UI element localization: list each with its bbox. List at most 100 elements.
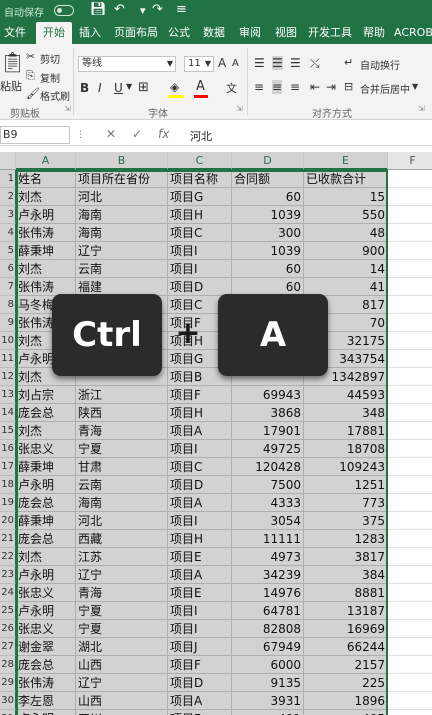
cell-e6[interactable]: 14 — [304, 260, 388, 278]
row-header[interactable]: 12 — [0, 368, 16, 386]
cell-b18[interactable]: 云南 — [76, 476, 168, 494]
cell-d15[interactable]: 17901 — [232, 422, 304, 440]
cell-b14[interactable]: 陕西 — [76, 404, 168, 422]
cell-a19[interactable]: 庞会总 — [16, 494, 76, 512]
cell-f20[interactable] — [388, 512, 432, 530]
cell-f25[interactable] — [388, 602, 432, 620]
cell-f16[interactable] — [388, 440, 432, 458]
format-painter-button[interactable]: 格式刷 — [40, 88, 70, 103]
paste-icon[interactable]: 📋︎ — [0, 50, 25, 80]
cell-a20[interactable]: 薛秉坤 — [16, 512, 76, 530]
cell-a29[interactable]: 张伟涛 — [16, 674, 76, 692]
cell-a15[interactable]: 刘杰 — [16, 422, 76, 440]
cell-f8[interactable] — [388, 296, 432, 314]
cell-b6[interactable]: 云南 — [76, 260, 168, 278]
column-header-c[interactable]: C — [168, 152, 232, 170]
cell-e2[interactable]: 15 — [304, 188, 388, 206]
align-right-icon[interactable]: ≡ — [290, 80, 300, 94]
cell-f27[interactable] — [388, 638, 432, 656]
cell-c23[interactable]: 项目A — [168, 566, 232, 584]
cell-a27[interactable]: 谢金翠 — [16, 638, 76, 656]
cell-f12[interactable] — [388, 368, 432, 386]
cell-f10[interactable] — [388, 332, 432, 350]
cell-f1[interactable] — [388, 170, 432, 188]
cell-b17[interactable]: 甘肃 — [76, 458, 168, 476]
name-box[interactable]: B9 — [0, 126, 70, 144]
cell-a6[interactable]: 刘杰 — [16, 260, 76, 278]
cell-b29[interactable]: 辽宁 — [76, 674, 168, 692]
alignment-launcher-icon[interactable]: ⇲ — [418, 104, 425, 113]
cell-e14[interactable]: 348 — [304, 404, 388, 422]
cell-d17[interactable]: 120428 — [232, 458, 304, 476]
tab-file[interactable]: 文件 — [0, 22, 30, 44]
cell-f28[interactable] — [388, 656, 432, 674]
cell-f29[interactable] — [388, 674, 432, 692]
cell-b5[interactable]: 辽宁 — [76, 242, 168, 260]
cell-c29[interactable]: 项目D — [168, 674, 232, 692]
row-header[interactable]: 10 — [0, 332, 16, 350]
cell-b25[interactable]: 宁夏 — [76, 602, 168, 620]
cell-a5[interactable]: 薛秉坤 — [16, 242, 76, 260]
cell-b30[interactable]: 山西 — [76, 692, 168, 710]
cell-c28[interactable]: 项目F — [168, 656, 232, 674]
cell-f17[interactable] — [388, 458, 432, 476]
cell-f21[interactable] — [388, 530, 432, 548]
cell-f24[interactable] — [388, 584, 432, 602]
cell-a26[interactable]: 张忠义 — [16, 620, 76, 638]
cell-f4[interactable] — [388, 224, 432, 242]
decrease-indent-icon[interactable]: ⇤ — [310, 80, 320, 94]
enter-icon[interactable]: ✓ — [132, 127, 142, 141]
cell-f15[interactable] — [388, 422, 432, 440]
font-color-button[interactable]: A — [196, 79, 205, 94]
align-bottom-icon[interactable]: ☰ — [290, 56, 301, 70]
tab-page-layout[interactable]: 页面布局 — [110, 22, 162, 44]
cell-c27[interactable]: 项目J — [168, 638, 232, 656]
cell-b24[interactable]: 青海 — [76, 584, 168, 602]
cell-b31[interactable]: 四川 — [76, 710, 168, 715]
font-launcher-icon[interactable]: ⇲ — [236, 104, 243, 113]
cell-f11[interactable] — [388, 350, 432, 368]
cell-e15[interactable]: 17881 — [304, 422, 388, 440]
cell-c17[interactable]: 项目C — [168, 458, 232, 476]
cell-d13[interactable]: 69943 — [232, 386, 304, 404]
italic-button[interactable]: I — [98, 81, 102, 95]
more-icon[interactable]: ⋮ — [76, 130, 85, 140]
row-header[interactable]: 15 — [0, 422, 16, 440]
cell-f22[interactable] — [388, 548, 432, 566]
cell-e30[interactable]: 1896 — [304, 692, 388, 710]
cell-c14[interactable]: 项目H — [168, 404, 232, 422]
tab-help[interactable]: 帮助 — [358, 22, 390, 44]
cell-d31[interactable]: 491 — [232, 710, 304, 715]
cell-d25[interactable]: 64781 — [232, 602, 304, 620]
cell-c4[interactable]: 项目C — [168, 224, 232, 242]
cell-b4[interactable]: 海南 — [76, 224, 168, 242]
cell-d24[interactable]: 14976 — [232, 584, 304, 602]
row-header[interactable]: 9 — [0, 314, 16, 332]
cell-b19[interactable]: 海南 — [76, 494, 168, 512]
cell-c19[interactable]: 项目A — [168, 494, 232, 512]
cell-f30[interactable] — [388, 692, 432, 710]
underline-button[interactable]: U — [114, 81, 123, 95]
cell-e16[interactable]: 18708 — [304, 440, 388, 458]
cell-e21[interactable]: 1283 — [304, 530, 388, 548]
cell-b28[interactable]: 山西 — [76, 656, 168, 674]
row-header[interactable]: 4 — [0, 224, 16, 242]
cell-a3[interactable]: 卢永明 — [16, 206, 76, 224]
cell-a4[interactable]: 张伟涛 — [16, 224, 76, 242]
tab-developer[interactable]: 开发工具 — [304, 22, 356, 44]
wrap-text-icon[interactable]: ↵ — [344, 56, 353, 69]
cell-b22[interactable]: 江苏 — [76, 548, 168, 566]
cell-e26[interactable]: 16969 — [304, 620, 388, 638]
cell-c5[interactable]: 项目I — [168, 242, 232, 260]
cell-a30[interactable]: 李左恩 — [16, 692, 76, 710]
row-header[interactable]: 28 — [0, 656, 16, 674]
tab-home[interactable]: 开始 — [36, 22, 72, 44]
row-header[interactable]: 22 — [0, 548, 16, 566]
cell-e13[interactable]: 44593 — [304, 386, 388, 404]
wrap-text-button[interactable]: 自动换行 — [360, 57, 400, 72]
cell-a16[interactable]: 张忠义 — [16, 440, 76, 458]
paste-button[interactable]: 粘贴 — [0, 78, 22, 94]
cell-d4[interactable]: 300 — [232, 224, 304, 242]
cell-b23[interactable]: 辽宁 — [76, 566, 168, 584]
align-left-icon[interactable]: ≡ — [254, 80, 264, 94]
